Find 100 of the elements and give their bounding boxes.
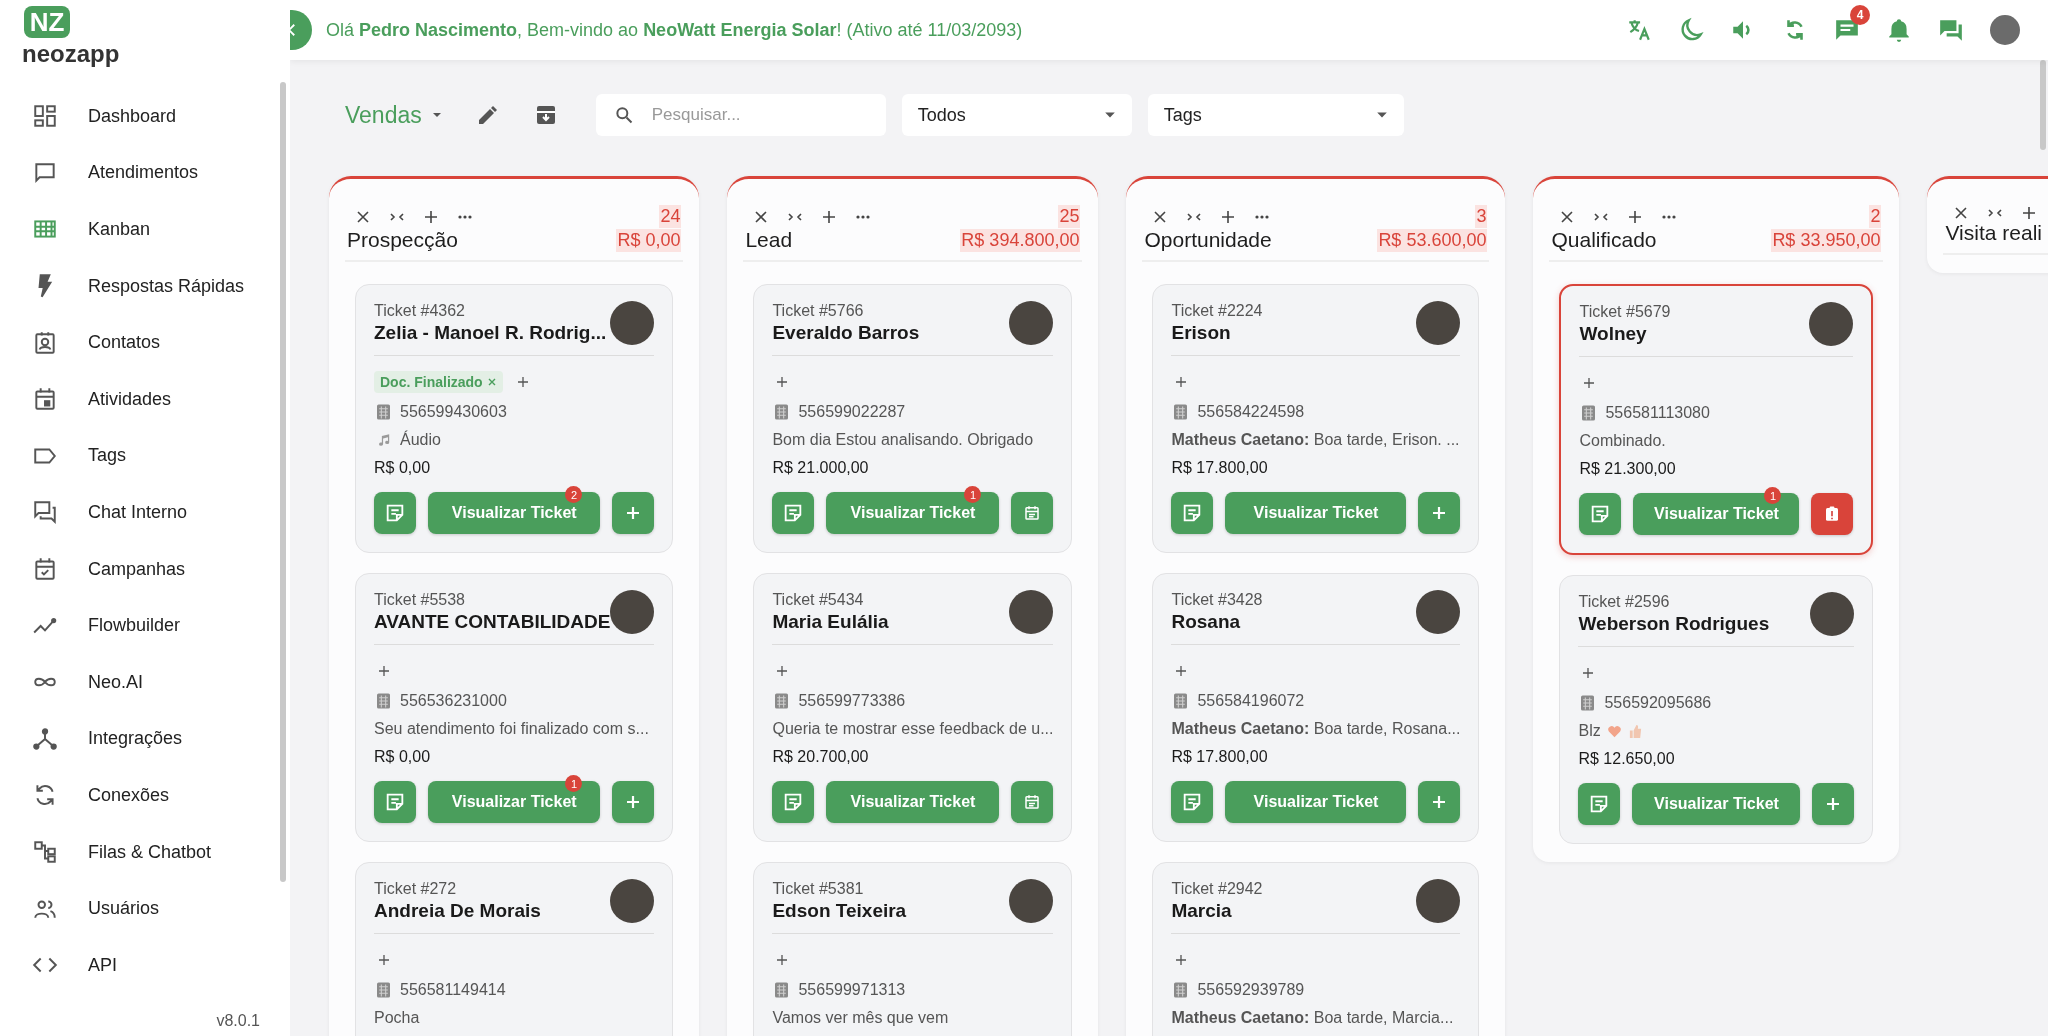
filter-dropdown[interactable]: Todos xyxy=(901,94,1132,136)
nav-item[interactable]: Usuários xyxy=(0,880,290,937)
add-tag-icon[interactable] xyxy=(378,665,390,677)
add-button[interactable] xyxy=(612,781,655,823)
add-tag-icon[interactable] xyxy=(1582,667,1595,679)
nav-item[interactable]: Atividades xyxy=(0,370,290,428)
greeting-text: Olá Pedro Nascimento, Bem-vindo ao NeoWatt Energia Solar! (Ativo até 11/03/2093) xyxy=(326,19,1023,41)
alert-button[interactable] xyxy=(1811,493,1854,535)
plus-icon[interactable] xyxy=(2021,205,2038,221)
plus-icon[interactable] xyxy=(423,208,439,225)
notes-button[interactable] xyxy=(772,781,815,823)
notes-button[interactable] xyxy=(1171,781,1214,823)
nav-item[interactable]: Kanban xyxy=(0,201,290,258)
column-total: R$ 53.600,00 xyxy=(1377,228,1488,252)
nav-item[interactable]: Dashboard xyxy=(0,88,290,145)
add-button[interactable] xyxy=(1812,783,1855,825)
ticket-card[interactable]: Ticket #2224 Erison 556584224598 Matheus Caetano: Boa tarde, Erison. ... R$ 17.800,00 Visualizar Ticket xyxy=(1152,284,1480,553)
ticket-number: Ticket #2942 xyxy=(1171,880,1263,898)
unread-badge: 1 xyxy=(1764,487,1782,504)
nav-item[interactable]: Respostas Rápidas xyxy=(0,257,290,315)
nav-item[interactable]: Campanhas xyxy=(0,540,290,598)
column-title: Lead xyxy=(745,228,793,252)
tags-dropdown[interactable]: Tags xyxy=(1147,94,1404,136)
ticket-card[interactable]: Ticket #5434 Maria Eulália 556599773386 Queria te mostrar esse feedback de u... R$ 20.700,00 Visualizar Ticket xyxy=(753,573,1073,842)
keypad-icon xyxy=(1581,695,1595,711)
add-tag-icon[interactable] xyxy=(776,376,789,388)
ticket-card[interactable]: Ticket #2942 Marcia 556592939789 Matheus Caetano: Boa tarde, Marcia... xyxy=(1152,862,1480,1036)
ticket-card[interactable]: Ticket #2596 Weberson Rodrigues 556592095686 Blz R$ 12.650,00 Visualizar Ticket xyxy=(1559,575,1874,844)
notes-button[interactable] xyxy=(1578,783,1621,825)
nav-item[interactable]: API xyxy=(0,936,290,994)
nav-item[interactable]: Atendimentos xyxy=(0,144,290,202)
ticket-card[interactable]: Ticket #5538 AVANTE CONTABILIDADE 556536231000 Seu atendimento foi finalizado com s... R$ 0,00 Visualizar Ticket 1 xyxy=(355,573,674,842)
add-tag-icon[interactable] xyxy=(776,665,789,677)
add-button[interactable] xyxy=(1418,781,1461,823)
phone-number: 556592095686 xyxy=(1604,694,1712,712)
nav-item[interactable]: Filas & Chatbot xyxy=(0,823,290,881)
plus-icon xyxy=(1431,505,1448,521)
nav-item[interactable]: Neo.AI xyxy=(0,653,290,711)
close-icon[interactable] xyxy=(1559,208,1576,225)
add-button[interactable] xyxy=(612,492,655,534)
ticket-card[interactable]: Ticket #5679 Wolney 556581113080 Combinado. R$ 21.300,00 Visualizar Ticket 1 xyxy=(1559,284,1874,555)
add-tag-icon[interactable] xyxy=(1175,665,1188,677)
close-icon[interactable] xyxy=(753,208,770,225)
close-icon[interactable] xyxy=(355,208,371,225)
translate-icon[interactable] xyxy=(1626,17,1652,43)
ticket-card[interactable]: Ticket #4362 Zelia - Manoel R. Rodrig... Doc. Finalizado 556599430603 Áudio R$ 0,00 Visualizar Ticket 2 xyxy=(355,284,674,553)
scrollbar[interactable] xyxy=(280,82,286,882)
bell-icon[interactable] xyxy=(1886,17,1912,43)
nav-item[interactable]: Chat Interno xyxy=(0,484,290,541)
plus-icon[interactable] xyxy=(1627,208,1644,225)
last-message: Áudio xyxy=(400,431,441,449)
notes-button[interactable] xyxy=(1171,492,1214,534)
ticket-value: R$ 21.000,00 xyxy=(772,458,870,478)
add-tag-icon[interactable] xyxy=(776,954,789,966)
plus-icon[interactable] xyxy=(821,208,838,225)
ticket-card[interactable]: Ticket #5766 Everaldo Barros 556599022287 Bom dia Estou analisando. Obrigado R$ 21.000,00 Visualizar Ticket 1 xyxy=(753,284,1073,553)
phone-number: 556581149414 xyxy=(400,981,506,999)
notes-button[interactable] xyxy=(772,492,815,534)
phone-number: 556536231000 xyxy=(400,692,507,710)
avatar[interactable] xyxy=(1990,15,2020,45)
phone-number: 556584224598 xyxy=(1197,403,1305,421)
keypad-icon xyxy=(377,404,390,420)
ticket-card[interactable]: Ticket #272 Andreia De Morais 556581149414 Pocha xyxy=(355,862,674,1036)
notes-button[interactable] xyxy=(374,781,416,823)
moon-icon[interactable] xyxy=(1678,17,1704,43)
chat-icon[interactable] xyxy=(1938,17,1964,43)
plus-icon xyxy=(1825,796,1842,812)
nav-item[interactable]: Tags xyxy=(0,427,290,485)
calendar-button[interactable] xyxy=(1011,781,1054,823)
ticket-value: R$ 17.800,00 xyxy=(1171,747,1269,767)
last-message: Combinado. xyxy=(1579,431,1667,451)
last-message: Queria te mostrar esse feedback de u... xyxy=(772,719,1054,739)
notes-button[interactable] xyxy=(1579,493,1622,535)
calendar-button[interactable] xyxy=(1011,492,1054,534)
ticket-card[interactable]: Ticket #5381 Edson Teixeira 556599971313 Vamos ver mês que vem xyxy=(753,862,1073,1036)
search-input[interactable]: Pesquisar... xyxy=(651,94,886,136)
nav-item[interactable]: Contatos xyxy=(0,314,290,371)
avatar xyxy=(1809,302,1854,346)
contact-name: Maria Eulália xyxy=(772,611,889,633)
close-icon[interactable] xyxy=(1152,208,1169,225)
add-tag-icon[interactable] xyxy=(1175,954,1188,966)
phone-number: 556599430603 xyxy=(400,403,507,421)
nav-item[interactable]: Integrações xyxy=(0,710,290,768)
note-icon xyxy=(384,502,406,524)
add-tag-icon[interactable] xyxy=(1175,376,1188,388)
add-tag-icon[interactable] xyxy=(378,954,390,966)
notes-button[interactable] xyxy=(374,492,416,534)
contact-name: Wolney xyxy=(1579,323,1648,345)
nav-item[interactable]: Flowbuilder xyxy=(0,597,290,654)
nav-item[interactable]: Conexões xyxy=(0,767,290,824)
keypad-icon xyxy=(775,982,789,998)
ticket-card[interactable]: Ticket #3428 Rosana 556584196072 Matheus Caetano: Boa tarde, Rosana... R$ 17.800,00 Visualizar Ticket xyxy=(1152,573,1480,842)
last-message: Pocha xyxy=(374,1008,421,1028)
close-icon[interactable] xyxy=(1953,205,1970,221)
add-tag-icon[interactable] xyxy=(516,376,529,388)
add-tag-icon[interactable] xyxy=(1583,377,1596,389)
search-field[interactable]: Pesquisar... xyxy=(595,94,886,136)
plus-icon[interactable] xyxy=(1220,208,1237,225)
add-button[interactable] xyxy=(1418,492,1461,534)
scrollbar[interactable] xyxy=(2040,60,2046,150)
